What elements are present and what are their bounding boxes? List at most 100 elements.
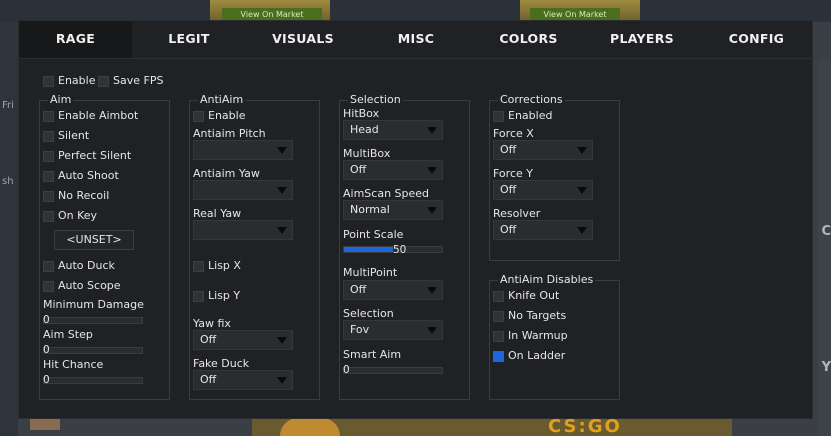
auto-shoot-checkbox[interactable] [43, 171, 54, 182]
auto-duck-checkbox[interactable] [43, 261, 54, 272]
fake-duck-label: Fake Duck [193, 357, 250, 370]
selection-mode-dropdown[interactable]: Fov [343, 320, 443, 340]
auto-duck-label: Auto Duck [58, 259, 115, 272]
force-x-label: Force X [493, 127, 534, 140]
multibox-dropdown[interactable]: Off [343, 160, 443, 180]
save-fps-checkbox-row[interactable]: Save FPS [98, 73, 178, 89]
multibox-label: MultiBox [343, 147, 391, 160]
tab-bar: RAGE LEGIT VISUALS MISC COLORS PLAYERS C… [19, 21, 814, 58]
force-x-dropdown[interactable]: Off [493, 140, 593, 160]
knife-out-row[interactable]: Knife Out [493, 288, 613, 304]
save-fps-checkbox[interactable] [98, 76, 109, 87]
lisp-y-label: Lisp Y [208, 289, 241, 302]
auto-scope-checkbox[interactable] [43, 281, 54, 292]
multibox-value: Off [350, 163, 367, 176]
resolver-dropdown[interactable]: Off [493, 220, 593, 240]
tab-config[interactable]: CONFIG [699, 21, 814, 58]
smart-aim-slider[interactable] [343, 367, 443, 374]
aim-key-button[interactable]: <UNSET> [54, 230, 134, 250]
tab-colors[interactable]: COLORS [472, 21, 585, 58]
tab-rage[interactable]: RAGE [19, 21, 132, 58]
chevron-down-icon [277, 227, 287, 234]
yaw-fix-dropdown[interactable]: Off [193, 330, 293, 350]
no-targets-row[interactable]: No Targets [493, 308, 613, 324]
on-ladder-checkbox[interactable] [493, 351, 504, 362]
lisp-x-row[interactable]: Lisp X [193, 258, 313, 274]
tab-players[interactable]: PLAYERS [585, 21, 699, 58]
no-targets-checkbox[interactable] [493, 311, 504, 322]
antiaim-enable-checkbox[interactable] [193, 111, 204, 122]
minimum-damage-value: 0 [43, 314, 50, 326]
corrections-enabled-row[interactable]: Enabled [493, 108, 613, 124]
chevron-down-icon [577, 147, 587, 154]
in-warmup-checkbox[interactable] [493, 331, 504, 342]
aim-step-value: 0 [43, 344, 50, 356]
lisp-x-checkbox[interactable] [193, 261, 204, 272]
perfect-silent-label: Perfect Silent [58, 149, 132, 162]
aim-group: Aim [39, 93, 170, 400]
chevron-down-icon [277, 187, 287, 194]
silent-row[interactable]: Silent [43, 128, 163, 144]
antiaim-enable-label: Enable [208, 109, 246, 122]
enable-aimbot-row[interactable]: Enable Aimbot [43, 108, 163, 124]
auto-scope-row[interactable]: Auto Scope [43, 278, 163, 294]
knife-out-label: Knife Out [508, 289, 560, 302]
cheat-menu-window: RAGE LEGIT VISUALS MISC COLORS PLAYERS C… [18, 20, 814, 419]
selection-mode-value: Fov [350, 323, 370, 336]
aim-step-label: Aim Step [43, 328, 93, 341]
knife-out-checkbox[interactable] [493, 291, 504, 302]
auto-scope-label: Auto Scope [58, 279, 121, 292]
tab-legit[interactable]: LEGIT [132, 21, 246, 58]
no-recoil-row[interactable]: No Recoil [43, 188, 163, 204]
on-key-checkbox[interactable] [43, 211, 54, 222]
auto-duck-row[interactable]: Auto Duck [43, 258, 163, 274]
in-warmup-label: In Warmup [508, 329, 568, 342]
corrections-enabled-checkbox[interactable] [493, 111, 504, 122]
on-ladder-row[interactable]: On Ladder [493, 348, 613, 364]
real-yaw-dropdown[interactable] [193, 220, 293, 240]
on-key-row[interactable]: On Key [43, 208, 163, 224]
background-left-text: sh [2, 176, 14, 187]
resolver-value: Off [500, 223, 517, 236]
point-scale-fill [344, 247, 393, 252]
antiaim-pitch-dropdown[interactable] [193, 140, 293, 160]
silent-label: Silent [58, 129, 90, 142]
no-targets-label: No Targets [508, 309, 567, 322]
smart-aim-label: Smart Aim [343, 348, 402, 361]
aimscan-speed-value: Normal [350, 203, 390, 216]
enable-aimbot-checkbox[interactable] [43, 111, 54, 122]
tab-visuals[interactable]: VISUALS [246, 21, 360, 58]
save-fps-label: Save FPS [113, 74, 164, 87]
enable-checkbox[interactable] [43, 76, 54, 87]
chevron-down-icon [577, 187, 587, 194]
silent-checkbox[interactable] [43, 131, 54, 142]
chevron-down-icon [577, 227, 587, 234]
antiaim-pitch-label: Antiaim Pitch [193, 127, 266, 140]
fake-duck-dropdown[interactable]: Off [193, 370, 293, 390]
no-recoil-checkbox[interactable] [43, 191, 54, 202]
force-y-dropdown[interactable]: Off [493, 180, 593, 200]
auto-shoot-row[interactable]: Auto Shoot [43, 168, 163, 184]
antiaim-yaw-dropdown[interactable] [193, 180, 293, 200]
multipoint-dropdown[interactable]: Off [343, 280, 443, 300]
in-warmup-row[interactable]: In Warmup [493, 328, 613, 344]
background-top-bar [0, 0, 831, 22]
antiaim-enable-row[interactable]: Enable [193, 108, 313, 124]
aim-step-slider[interactable] [43, 347, 143, 354]
fake-duck-value: Off [200, 373, 217, 386]
aimscan-speed-dropdown[interactable]: Normal [343, 200, 443, 220]
antiaim-group-title: AntiAim [198, 93, 246, 107]
force-y-label: Force Y [493, 167, 533, 180]
tab-misc[interactable]: MISC [360, 21, 472, 58]
minimum-damage-slider[interactable] [43, 317, 143, 324]
hit-chance-slider[interactable] [43, 377, 143, 384]
perfect-silent-checkbox[interactable] [43, 151, 54, 162]
perfect-silent-row[interactable]: Perfect Silent [43, 148, 163, 164]
chevron-down-icon [427, 127, 437, 134]
chevron-down-icon [427, 287, 437, 294]
lisp-y-row[interactable]: Lisp Y [193, 288, 313, 304]
hitbox-value: Head [350, 123, 379, 136]
lisp-y-checkbox[interactable] [193, 291, 204, 302]
background-left-panel [0, 22, 18, 436]
hitbox-dropdown[interactable]: Head [343, 120, 443, 140]
